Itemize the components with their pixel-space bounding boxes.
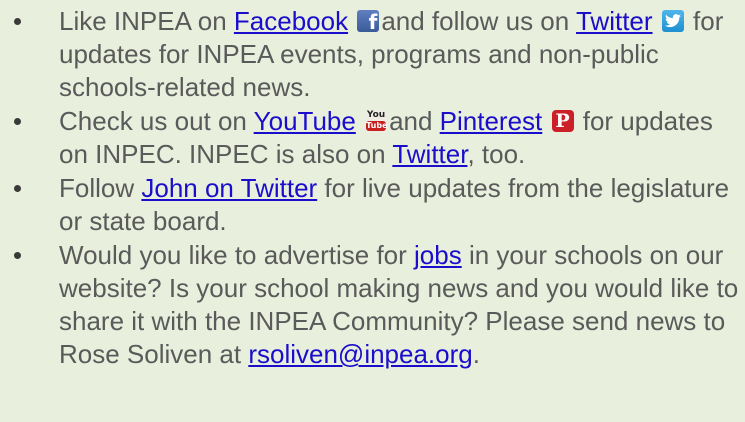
item-text: Follow	[59, 173, 142, 203]
list-item-jobs-news: Would you like to advertise for jobs in …	[0, 239, 745, 371]
social-links-list: Like INPEA on Facebook f and follow us on…	[0, 5, 745, 372]
list-item-facebook-twitter: Like INPEA on Facebook f and follow us on…	[0, 5, 745, 104]
bullet	[14, 185, 21, 192]
list-item-john-twitter: Follow John on Twitter for live updates …	[0, 172, 745, 238]
item-text: and	[389, 106, 440, 136]
item-text: .	[472, 339, 480, 369]
pinterest-link[interactable]: Pinterest	[440, 106, 543, 136]
bullet	[14, 252, 21, 259]
item-text: Would you like to advertise for	[59, 240, 415, 270]
email-link[interactable]: rsoliven@inpea.org	[248, 339, 472, 369]
bullet	[14, 18, 21, 25]
bullet	[14, 118, 21, 125]
inpec-twitter-link[interactable]: Twitter	[392, 139, 467, 169]
youtube-icon-top: You	[366, 110, 386, 120]
youtube-link[interactable]: YouTube	[254, 106, 356, 136]
item-text: Like INPEA on	[59, 6, 234, 36]
item-text: Check us out on	[59, 106, 254, 136]
list-item-youtube-pinterest: Check us out on YouTube You Tube and Pinte…	[0, 105, 745, 171]
item-text: , too.	[467, 139, 526, 169]
facebook-icon[interactable]: f	[357, 10, 380, 32]
john-twitter-link[interactable]: John on Twitter	[141, 173, 317, 203]
facebook-link[interactable]: Facebook	[234, 6, 348, 36]
youtube-icon[interactable]: You Tube	[365, 110, 388, 132]
youtube-icon-bottom: Tube	[366, 121, 388, 131]
jobs-link[interactable]: jobs	[414, 240, 462, 270]
item-text: and follow us on	[381, 6, 576, 36]
pinterest-icon[interactable]: P	[551, 110, 574, 132]
twitter-icon[interactable]	[661, 10, 684, 32]
twitter-link[interactable]: Twitter	[576, 6, 653, 36]
